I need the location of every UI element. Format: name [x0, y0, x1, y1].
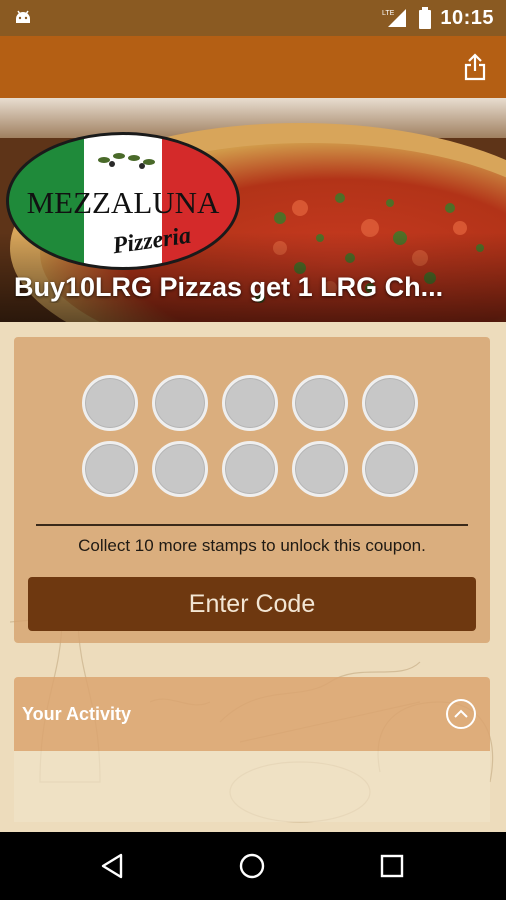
- activity-body: [14, 751, 490, 822]
- stamp-slot: [362, 441, 418, 497]
- activity-title: Your Activity: [22, 704, 132, 724]
- stamp-slot: [222, 441, 278, 497]
- recents-button[interactable]: [374, 848, 410, 884]
- app-bar: [0, 36, 506, 98]
- coupon-title: Buy10LRG Pizzas get 1 LRG Ch...: [14, 272, 444, 302]
- stamp-slot: [82, 441, 138, 497]
- android-icon: [16, 10, 30, 23]
- stamp-grid: [82, 375, 426, 497]
- stamp-slot: [362, 375, 418, 431]
- chevron-up-icon: [454, 709, 468, 718]
- status-bar: LTE 10:15: [0, 0, 506, 36]
- battery-icon: [419, 7, 432, 29]
- share-icon: [464, 53, 486, 81]
- stamp-progress-message: Collect 10 more stamps to unlock this co…: [78, 536, 426, 555]
- activity-section: Your Activity: [14, 677, 490, 822]
- activity-header[interactable]: Your Activity: [14, 677, 490, 751]
- share-button[interactable]: [458, 50, 492, 84]
- back-button[interactable]: [94, 848, 130, 884]
- system-nav-bar: [0, 832, 506, 900]
- app-screen: LTE 10:15 MEZZALUNA Pizzeria Buy10LRG Pi…: [0, 0, 506, 900]
- collapse-button[interactable]: [446, 699, 476, 729]
- signal-icon: LTE: [382, 9, 407, 27]
- enter-code-button[interactable]: Enter Code: [28, 577, 476, 631]
- mezzaluna-logo: MEZZALUNA Pizzeria: [6, 132, 240, 270]
- stamp-slot: [152, 375, 208, 431]
- home-button[interactable]: [234, 848, 270, 884]
- logo-main-text: MEZZALUNA: [27, 185, 220, 220]
- stamp-slot: [152, 441, 208, 497]
- stamp-slot: [222, 375, 278, 431]
- stamp-slot: [82, 375, 138, 431]
- recents-icon: [380, 854, 404, 878]
- divider: [36, 524, 468, 526]
- stamp-slot: [292, 441, 348, 497]
- stamp-card: Collect 10 more stamps to unlock this co…: [14, 337, 490, 643]
- home-icon: [239, 853, 265, 879]
- network-label: LTE: [382, 10, 395, 17]
- back-icon: [101, 853, 123, 879]
- stamp-slot: [292, 375, 348, 431]
- status-time: 10:15: [440, 6, 494, 29]
